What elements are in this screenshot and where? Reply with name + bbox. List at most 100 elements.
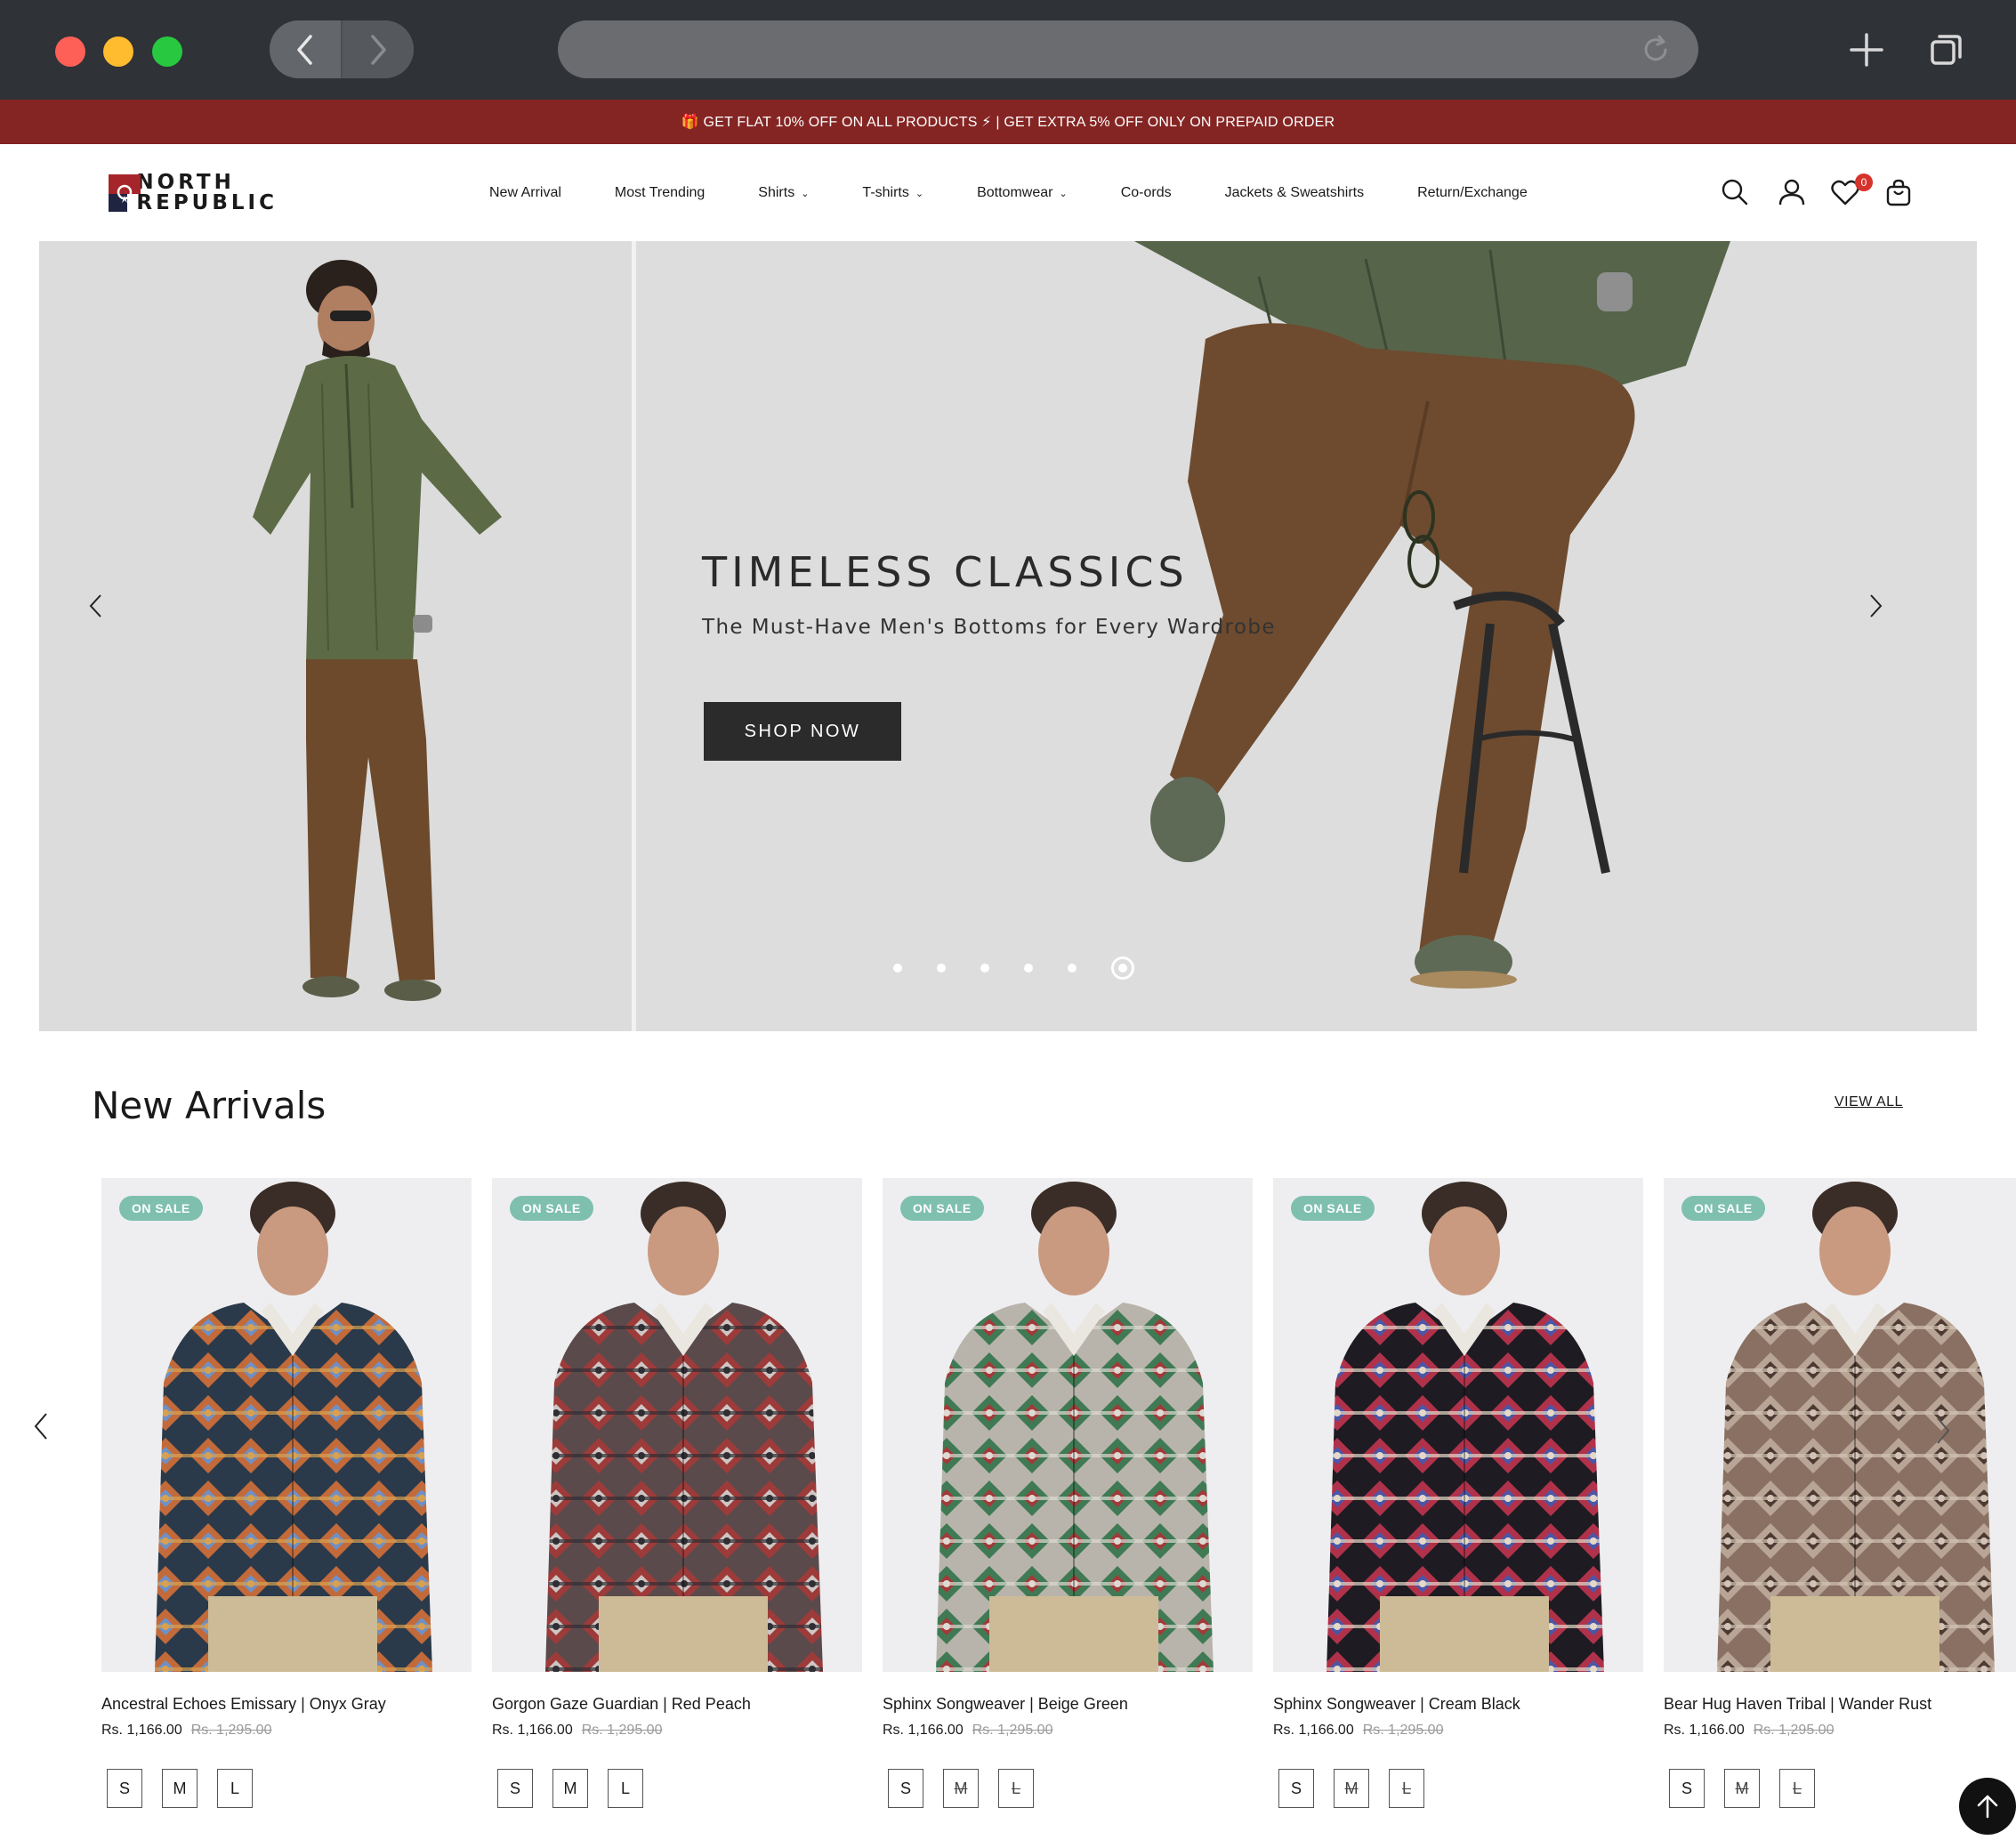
- size-options: SML: [497, 1769, 862, 1808]
- product-card[interactable]: ON SALE Gorgon Gaze Guardian | Red Peach R…: [492, 1178, 862, 1808]
- product-image[interactable]: ON SALE: [883, 1178, 1253, 1672]
- on-sale-badge: ON SALE: [1681, 1196, 1765, 1221]
- hero-next-button[interactable]: [1863, 588, 1890, 624]
- nav-jackets-sweatshirts[interactable]: Jackets & Sweatshirts: [1225, 183, 1365, 203]
- site-header: NORTH REPUBLIC New Arrival Most Trending…: [0, 144, 2016, 240]
- nav-bottomwear[interactable]: Bottomwear ⌄: [977, 183, 1068, 203]
- announcement-text: 🎁 GET FLAT 10% OFF ON ALL PRODUCTS ⚡ | G…: [681, 115, 1335, 130]
- size-option-s[interactable]: S: [1669, 1769, 1705, 1808]
- carousel-next-icon[interactable]: [1932, 1415, 1954, 1447]
- product-name[interactable]: Sphinx Songweaver | Cream Black: [1273, 1695, 1643, 1714]
- section-title-new-arrivals: New Arrivals: [92, 1084, 327, 1127]
- wishlist-count-badge: 0: [1855, 174, 1873, 191]
- main-nav: New Arrival Most Trending Shirts ⌄ T-shir…: [489, 183, 1581, 203]
- brand-name-line2: REPUBLIC: [136, 191, 278, 214]
- product-card[interactable]: ON SALE Sphinx Songweaver | Cream Black Rs…: [1273, 1178, 1643, 1808]
- product-image[interactable]: ON SALE: [101, 1178, 472, 1672]
- arrow-up-icon: [1977, 1795, 1998, 1819]
- size-option-m[interactable]: M: [552, 1769, 588, 1808]
- close-window-button[interactable]: [55, 36, 85, 67]
- hero-title: TIMELESS CLASSICS: [702, 548, 1189, 596]
- size-option-m[interactable]: M: [1334, 1769, 1369, 1808]
- address-bar[interactable]: [558, 20, 1698, 78]
- brand-logo[interactable]: NORTH REPUBLIC: [109, 171, 278, 215]
- nav-return-exchange[interactable]: Return/Exchange: [1417, 183, 1528, 203]
- size-options: SML: [1278, 1769, 1643, 1808]
- product-model-image: [936, 1182, 1214, 1672]
- sale-price: Rs. 1,166.00: [101, 1723, 182, 1738]
- size-option-l[interactable]: L: [1779, 1769, 1815, 1808]
- nav-new-arrival[interactable]: New Arrival: [489, 183, 561, 203]
- slide-dot-6-active[interactable]: [1111, 956, 1134, 980]
- size-option-l[interactable]: L: [1389, 1769, 1424, 1808]
- nav-tshirts[interactable]: T-shirts ⌄: [862, 183, 923, 203]
- reload-icon[interactable]: [1640, 34, 1672, 66]
- chevron-down-icon: ⌄: [1059, 188, 1068, 199]
- sale-price: Rs. 1,166.00: [1273, 1723, 1354, 1738]
- product-price: Rs. 1,166.00 Rs. 1,295.00: [101, 1723, 472, 1739]
- size-option-l[interactable]: L: [608, 1769, 643, 1808]
- size-option-s[interactable]: S: [497, 1769, 533, 1808]
- hero-pagination: [893, 956, 1134, 980]
- product-image[interactable]: ON SALE: [1664, 1178, 2016, 1672]
- original-price: Rs. 1,295.00: [581, 1723, 663, 1738]
- announcement-bar: 🎁 GET FLAT 10% OFF ON ALL PRODUCTS ⚡ | G…: [0, 100, 2016, 144]
- hero-prev-button[interactable]: [82, 588, 109, 624]
- minimize-window-button[interactable]: [103, 36, 133, 67]
- slide-dot-3[interactable]: [980, 964, 989, 972]
- chevron-right-icon: [371, 34, 386, 65]
- on-sale-badge: ON SALE: [119, 1196, 203, 1221]
- on-sale-badge: ON SALE: [900, 1196, 984, 1221]
- product-model-image: [155, 1182, 432, 1672]
- product-model-image: [1327, 1182, 1604, 1672]
- forward-button[interactable]: [343, 20, 414, 78]
- product-name[interactable]: Bear Hug Haven Tribal | Wander Rust: [1664, 1695, 2016, 1714]
- size-options: SML: [107, 1769, 472, 1808]
- back-button[interactable]: [270, 20, 341, 78]
- size-option-l[interactable]: L: [217, 1769, 253, 1808]
- product-image[interactable]: ON SALE: [492, 1178, 862, 1672]
- nav-most-trending[interactable]: Most Trending: [615, 183, 705, 203]
- hero-subtitle: The Must-Have Men's Bottoms for Every Wa…: [702, 616, 1276, 639]
- product-card[interactable]: ON SALE Ancestral Echoes Emissary | Onyx …: [101, 1178, 472, 1808]
- carousel-prev-icon[interactable]: [30, 1410, 52, 1442]
- size-options: SML: [888, 1769, 1253, 1808]
- slide-dot-5[interactable]: [1068, 964, 1077, 972]
- product-name[interactable]: Sphinx Songweaver | Beige Green: [883, 1695, 1253, 1714]
- nav-co-ords[interactable]: Co-ords: [1121, 183, 1172, 203]
- product-image[interactable]: ON SALE: [1273, 1178, 1643, 1672]
- original-price: Rs. 1,295.00: [1362, 1723, 1444, 1738]
- size-option-l[interactable]: L: [998, 1769, 1034, 1808]
- view-all-link[interactable]: VIEW ALL: [1835, 1094, 1903, 1110]
- product-card[interactable]: ON SALE Sphinx Songweaver | Beige Green Rs…: [883, 1178, 1253, 1808]
- size-option-m[interactable]: M: [943, 1769, 979, 1808]
- slide-dot-4[interactable]: [1024, 964, 1033, 972]
- shop-now-button[interactable]: SHOP NOW: [704, 702, 901, 761]
- slide-dot-2[interactable]: [937, 964, 946, 972]
- account-icon[interactable]: [1778, 178, 1806, 206]
- north-republic-logo-icon: [109, 174, 141, 212]
- cart-icon[interactable]: [1884, 178, 1913, 206]
- size-option-s[interactable]: S: [888, 1769, 923, 1808]
- chevron-down-icon: ⌄: [915, 188, 924, 199]
- tab-overview-icon[interactable]: [1929, 32, 1964, 68]
- product-price: Rs. 1,166.00 Rs. 1,295.00: [883, 1723, 1253, 1739]
- size-option-s[interactable]: S: [107, 1769, 142, 1808]
- search-icon[interactable]: [1721, 178, 1749, 206]
- product-price: Rs. 1,166.00 Rs. 1,295.00: [1273, 1723, 1643, 1739]
- browser-toolbar: [0, 0, 2016, 100]
- size-option-s[interactable]: S: [1278, 1769, 1314, 1808]
- size-option-m[interactable]: M: [162, 1769, 198, 1808]
- new-tab-icon[interactable]: [1849, 32, 1884, 68]
- product-name[interactable]: Ancestral Echoes Emissary | Onyx Gray: [101, 1695, 472, 1714]
- original-price: Rs. 1,295.00: [190, 1723, 272, 1738]
- slide-dot-1[interactable]: [893, 964, 902, 972]
- maximize-window-button[interactable]: [152, 36, 182, 67]
- size-option-m[interactable]: M: [1724, 1769, 1760, 1808]
- nav-shirts[interactable]: Shirts ⌄: [758, 183, 809, 203]
- product-price: Rs. 1,166.00 Rs. 1,295.00: [1664, 1723, 2016, 1739]
- product-name[interactable]: Gorgon Gaze Guardian | Red Peach: [492, 1695, 862, 1714]
- back-to-top-button[interactable]: [1959, 1778, 2016, 1835]
- sale-price: Rs. 1,166.00: [1664, 1723, 1745, 1738]
- product-card[interactable]: ON SALE Bear Hug Haven Tribal | Wander Ru…: [1664, 1178, 2016, 1808]
